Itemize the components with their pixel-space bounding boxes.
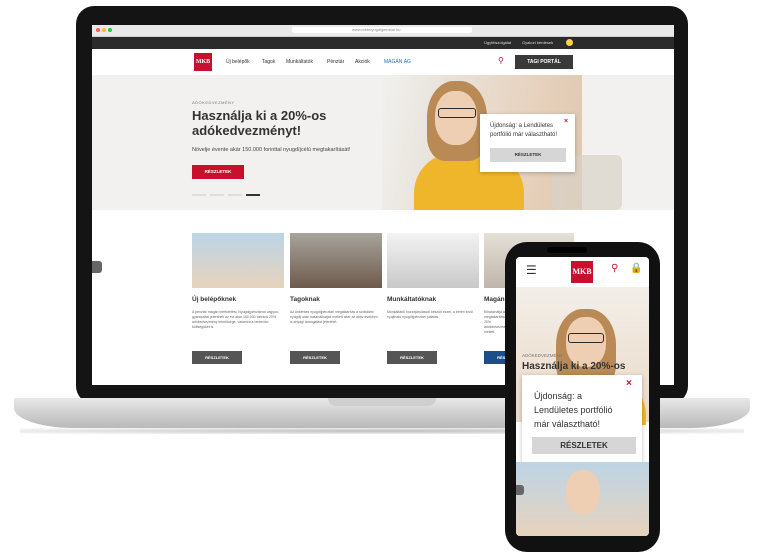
side-tab-handle[interactable]: [92, 261, 102, 273]
smiley-icon[interactable]: [566, 39, 573, 46]
hero-details-button[interactable]: RÉSZLETEK: [192, 165, 244, 179]
card-text-members: Az önkéntes nyugdíjpénztári megtakarítás…: [290, 310, 378, 324]
phone-screen: ☰ MKB ⚲ 🔒 ADÓKEDVEZMÉNY Használja ki a 2…: [516, 257, 649, 536]
phone-hero-title: Használja ki a 20%-os: [522, 361, 626, 372]
slider-dot-active[interactable]: [246, 194, 260, 196]
slider-dot-1[interactable]: [192, 194, 206, 196]
phone-side-tab-handle[interactable]: [516, 485, 524, 495]
card-title-new-members: Új belépőknek: [192, 296, 237, 303]
phone-news-popup: Újdonság: a Lendületes portfólió már vál…: [522, 375, 642, 467]
slider-dot-3[interactable]: [228, 194, 242, 196]
phone-header: ☰ MKB ⚲ 🔒: [516, 257, 649, 288]
phone-popup-text: Újdonság: a Lendületes portfólió már vál…: [534, 391, 613, 429]
top-utility-bar: Ügyfélszolgálat Gyakori kérdések: [92, 37, 674, 49]
close-window-icon[interactable]: [96, 28, 100, 32]
address-bar[interactable]: www.mkbnyugdijpenztar.hu: [292, 27, 472, 33]
card-title-private: Magán: [484, 296, 505, 303]
phone-close-icon[interactable]: ×: [626, 378, 632, 389]
search-icon[interactable]: ⚲: [498, 56, 504, 65]
topbar-link-faq[interactable]: Gyakori kérdések: [522, 40, 553, 45]
popup-details-button[interactable]: RÉSZLETEK: [490, 148, 566, 162]
popup-text: Újdonság: a Lendületes portfólió már vál…: [490, 123, 558, 138]
card-text-new-members: A pénztár magán befektetési. Nyugdíjpénz…: [192, 310, 280, 329]
nav-item-fund[interactable]: Pénztár: [327, 59, 344, 65]
phone-search-icon[interactable]: ⚲: [611, 263, 618, 274]
minimize-window-icon[interactable]: [102, 28, 106, 32]
phone-hero-kicker: ADÓKEDVEZMÉNY: [522, 353, 563, 358]
hero-title: Használja ki a 20%-os adókedvezményt!: [192, 108, 327, 138]
member-portal-button[interactable]: TAGI PORTÁL: [515, 55, 573, 69]
phone-speaker: [547, 247, 587, 253]
close-icon[interactable]: ×: [564, 118, 568, 125]
card-title-employers: Munkáltatóknak: [387, 296, 437, 303]
card-details-button-members[interactable]: RÉSZLETEK: [290, 351, 340, 364]
lock-icon[interactable]: 🔒: [630, 263, 642, 274]
nav-item-members[interactable]: Tagok: [262, 59, 275, 65]
hero-woman-glasses: [438, 108, 476, 118]
mkb-logo[interactable]: MKB: [194, 53, 212, 71]
card-details-button-employers[interactable]: RÉSZLETEK: [387, 351, 437, 364]
card-details-button-new-members[interactable]: RÉSZLETEK: [192, 351, 242, 364]
nav-item-employers[interactable]: Munkáltatók: [286, 59, 313, 65]
browser-toolbar: www.mkbnyugdijpenztar.hu: [92, 25, 674, 37]
hero-kicker: ADÓKEDVEZMÉNY: [192, 100, 235, 105]
card-image-new-members: [192, 233, 284, 288]
topbar-link-customer-service[interactable]: Ügyfélszolgálat: [484, 40, 511, 45]
nav-item-private-branch[interactable]: MAGÁN ÁG: [384, 59, 411, 65]
card-text-employers: Munkáltatói hozzájárulással készült ezze…: [387, 310, 473, 319]
nav-item-new-members[interactable]: Új belépők: [226, 59, 250, 65]
phone-popup-details-button[interactable]: RÉSZLETEK: [532, 437, 636, 454]
maximize-window-icon[interactable]: [108, 28, 112, 32]
address-bar-url: www.mkbnyugdijpenztar.hu: [352, 27, 401, 32]
phone-card-person: [566, 470, 600, 514]
laptop-notch: [328, 398, 436, 406]
card-image-employers: [387, 233, 479, 288]
slider-dot-2[interactable]: [210, 194, 224, 196]
main-navigation: MKB Új belépők Tagok Munkáltatók Pénztár…: [92, 49, 674, 76]
phone-mkb-logo[interactable]: MKB: [571, 261, 593, 283]
news-popup: Újdonság: a Lendületes portfólió már vál…: [480, 114, 575, 172]
hero-woman-face: [435, 91, 477, 145]
hero-subtitle: Növelje évente akár 150.000 forinttal ny…: [192, 147, 351, 153]
hero-banner: [92, 75, 674, 210]
menu-icon[interactable]: ☰: [526, 263, 537, 277]
phone-hero-woman-glasses: [568, 333, 604, 343]
phone-card-image: [516, 462, 649, 536]
card-image-members: [290, 233, 382, 288]
card-title-members: Tagoknak: [290, 296, 320, 303]
nav-item-promotions[interactable]: Akciók: [355, 59, 370, 65]
